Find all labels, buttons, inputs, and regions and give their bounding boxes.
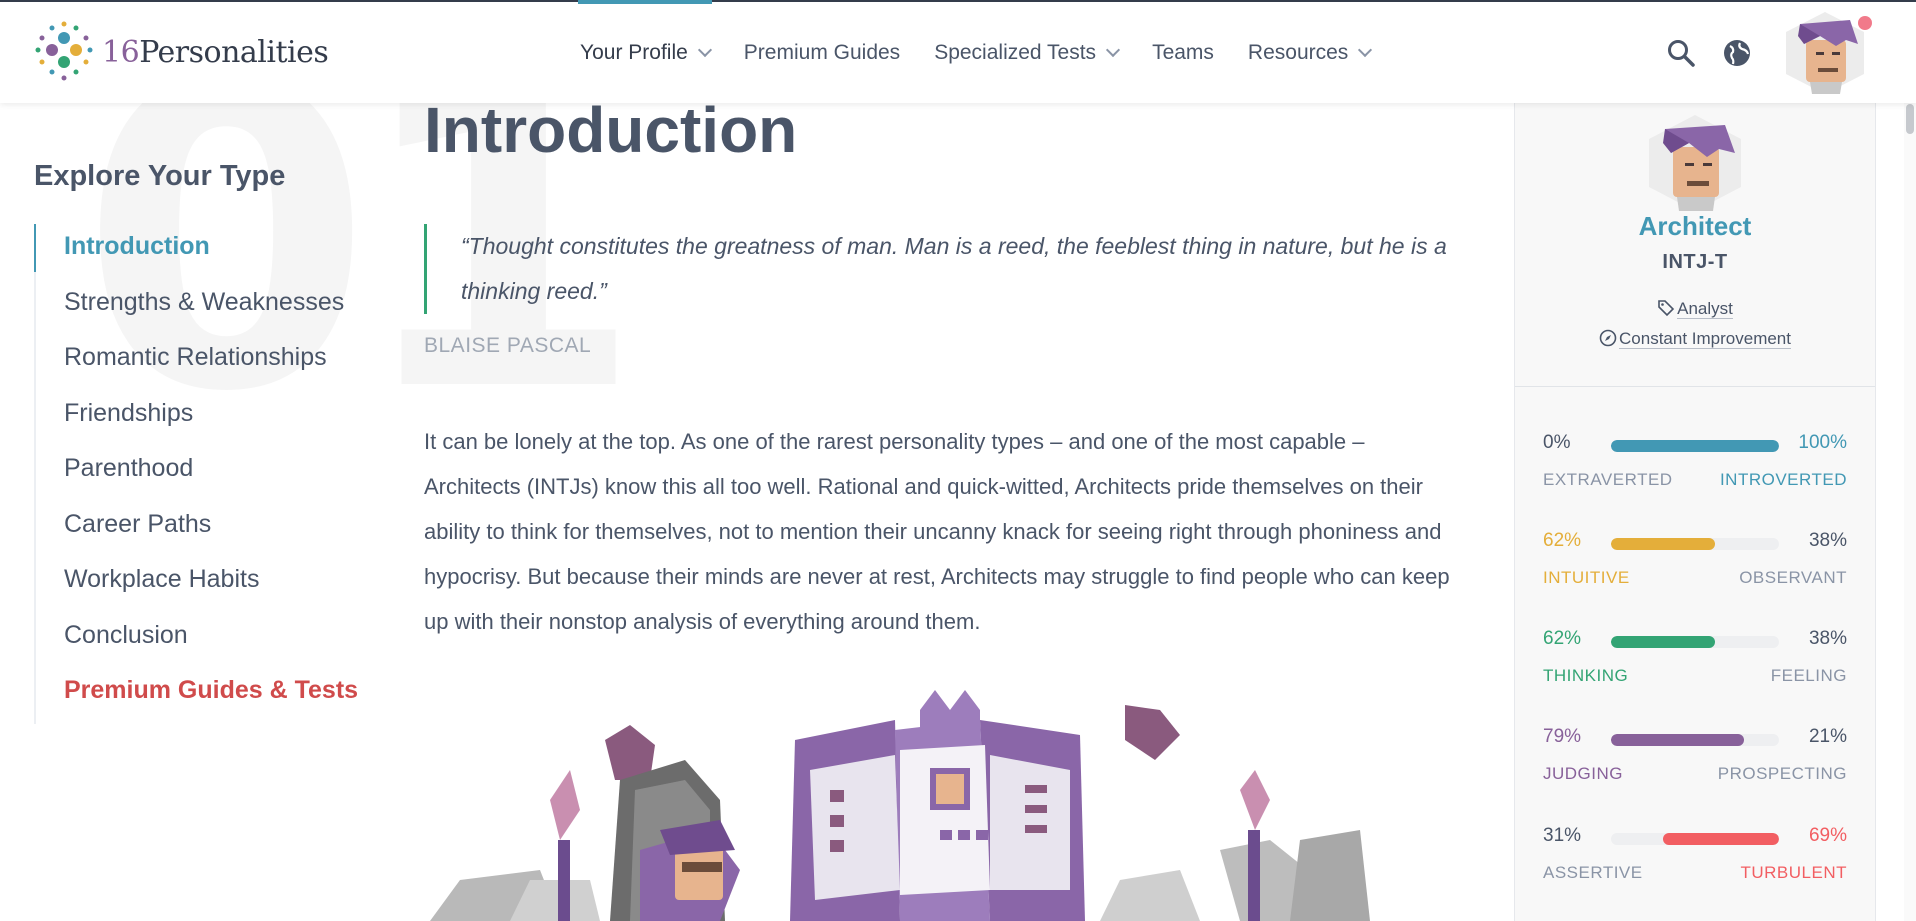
trait-mind[interactable]: 62% 38% INTUITIVE OBSERVANT <box>1543 530 1847 620</box>
trait-bar <box>1611 636 1779 648</box>
trait-left-percent: 62% <box>1543 530 1582 551</box>
sidebar-item-premium-guides[interactable]: Premium Guides & Tests <box>36 668 358 724</box>
trait-right-percent: 38% <box>1808 530 1847 551</box>
site-header: 16Personalities Your Profile Premium Gui… <box>0 0 1916 103</box>
trait-right-label: INTROVERTED <box>1719 470 1847 489</box>
trait-left-label: ASSERTIVE <box>1543 863 1643 882</box>
tag-icon <box>1658 300 1675 317</box>
nav-teams[interactable]: Teams <box>1152 2 1214 103</box>
trait-left-label: INTUITIVE <box>1543 568 1630 587</box>
sidebar-nav: Introduction Strengths & Weaknesses Roma… <box>33 224 358 724</box>
role-tag[interactable]: Analyst <box>1515 299 1875 319</box>
trait-right-label: FEELING <box>1770 666 1847 685</box>
trait-left-label: EXTRAVERTED <box>1543 470 1673 489</box>
intro-paragraph: It can be lonely at the top. As one of t… <box>424 429 1450 634</box>
globe-icon[interactable] <box>1722 38 1752 68</box>
logo[interactable]: 16Personalities <box>32 20 329 84</box>
sidebar-title: Explore Your Type <box>34 160 286 192</box>
strategy-tag[interactable]: Constant Improvement <box>1515 329 1875 349</box>
trait-left-percent: 79% <box>1543 726 1582 747</box>
panel-divider <box>1515 386 1875 387</box>
trait-right-label: OBSERVANT <box>1739 568 1847 587</box>
logo-icon <box>35 21 93 81</box>
page-title: Introduction <box>424 94 798 166</box>
trait-right-percent: 38% <box>1808 628 1847 649</box>
notification-dot <box>1858 16 1872 30</box>
trait-bar-fill <box>1611 440 1779 452</box>
type-avatar <box>1649 115 1741 211</box>
trait-bar-fill <box>1611 636 1716 648</box>
trait-right-label: PROSPECTING <box>1717 764 1847 783</box>
chevron-down-icon <box>1105 42 1121 57</box>
trait-right-percent: 69% <box>1808 825 1847 846</box>
trait-right-percent: 100% <box>1798 432 1847 453</box>
quote-author: BLAISE PASCAL <box>424 334 592 357</box>
page-scrollbar[interactable] <box>1904 101 1916 921</box>
trait-tactics[interactable]: 79% 21% JUDGING PROSPECTING <box>1543 726 1847 816</box>
search-icon[interactable] <box>1666 38 1696 68</box>
trait-bar <box>1611 833 1779 845</box>
trait-bar <box>1611 538 1779 550</box>
sidebar-item-conclusion[interactable]: Conclusion <box>36 613 358 669</box>
architect-illustration <box>430 690 1370 921</box>
sidebar-item-workplace-habits[interactable]: Workplace Habits <box>36 557 358 613</box>
compass-icon <box>1599 329 1617 347</box>
trait-left-percent: 62% <box>1543 628 1582 649</box>
trait-bar <box>1611 734 1779 746</box>
sidebar-item-romantic-relationships[interactable]: Romantic Relationships <box>36 335 358 391</box>
logo-wordmark: 16Personalities <box>102 34 329 70</box>
trait-bar <box>1611 440 1779 452</box>
trait-nature[interactable]: 62% 38% THINKING FEELING <box>1543 628 1847 718</box>
trait-bar-fill <box>1663 833 1779 845</box>
sidebar-item-strengths-weaknesses[interactable]: Strengths & Weaknesses <box>36 280 358 336</box>
sidebar-item-career-paths[interactable]: Career Paths <box>36 502 358 558</box>
trait-bar-fill <box>1611 734 1744 746</box>
sidebar-item-parenthood[interactable]: Parenthood <box>36 446 358 502</box>
chevron-down-icon <box>1358 42 1373 57</box>
type-name[interactable]: Architect <box>1515 211 1875 242</box>
sidebar-item-introduction[interactable]: Introduction <box>33 224 358 280</box>
scrollbar-thumb[interactable] <box>1906 104 1914 134</box>
trait-right-label: TURBULENT <box>1740 863 1847 882</box>
nav-your-profile[interactable]: Your Profile <box>578 0 712 103</box>
trait-bar-fill <box>1611 538 1716 550</box>
nav-resources[interactable]: Resources <box>1248 2 1373 103</box>
trait-energy[interactable]: 0% 100% EXTRAVERTED INTROVERTED <box>1543 432 1847 522</box>
nav-premium-guides[interactable]: Premium Guides <box>744 2 900 103</box>
user-avatar[interactable] <box>1780 10 1870 96</box>
blockquote: “Thought constitutes the greatness of ma… <box>424 224 1461 314</box>
trait-left-percent: 0% <box>1543 432 1571 453</box>
trait-right-percent: 21% <box>1808 726 1847 747</box>
trait-left-label: THINKING <box>1543 666 1629 685</box>
trait-left-percent: 31% <box>1543 825 1582 846</box>
chevron-down-icon <box>697 42 712 57</box>
type-code: INTJ-T <box>1662 251 1728 273</box>
nav-specialized-tests[interactable]: Specialized Tests <box>934 2 1121 103</box>
trait-left-label: JUDGING <box>1543 764 1623 783</box>
trait-identity[interactable]: 31% 69% ASSERTIVE TURBULENT <box>1543 825 1847 915</box>
profile-panel: Architect INTJ-T Analyst Constant Improv… <box>1514 101 1876 921</box>
sidebar-item-friendships[interactable]: Friendships <box>36 391 358 447</box>
main-nav: Your Profile Premium Guides Specialized … <box>578 0 1404 103</box>
